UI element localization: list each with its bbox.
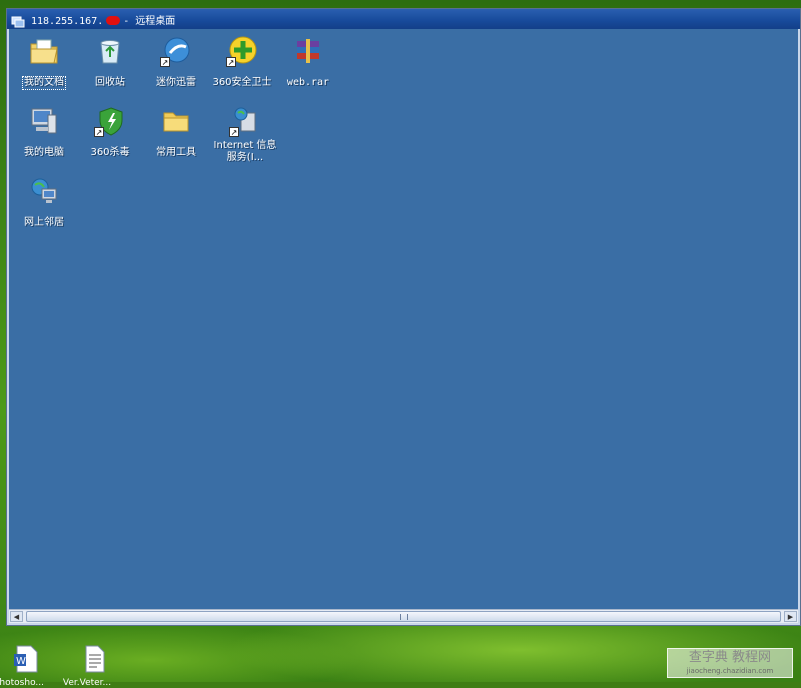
mini-thunder-icon: ↗ xyxy=(160,35,192,67)
watermark-main: 查字典 教程网 xyxy=(688,650,772,665)
window-title: 118.255.167. - 远程桌面 xyxy=(31,12,175,27)
shortcut-arrow-icon: ↗ xyxy=(94,127,104,137)
desktop-icon-web-rar[interactable]: web.rar xyxy=(275,35,341,89)
360-antivirus-icon: ↗ xyxy=(94,105,126,137)
remote-desktop-connection-icon xyxy=(11,13,25,28)
word-document-icon: W xyxy=(14,645,38,673)
window-title-ip: 118.255.167. xyxy=(31,15,104,27)
shortcut-arrow-icon: ↗ xyxy=(229,127,239,137)
watermark-url: jiaocheng.chazidian.com xyxy=(686,667,774,675)
redaction-mark xyxy=(106,16,121,25)
desktop-icon-iis[interactable]: ↗ Internet 信息服务(I... xyxy=(209,105,281,164)
desktop-icon-network-places[interactable]: 网上邻居 xyxy=(11,175,77,229)
scroll-left-arrow-icon[interactable]: ◀ xyxy=(10,611,23,622)
desktop-icon-label: 我的电脑 xyxy=(24,147,64,158)
my-documents-icon xyxy=(28,35,60,67)
shortcut-arrow-icon: ↗ xyxy=(226,57,236,67)
desktop-icon-label: 360杀毒 xyxy=(90,147,130,158)
desktop-icon-360-antivirus[interactable]: ↗ 360杀毒 xyxy=(77,105,143,159)
iis-icon: ↗ xyxy=(229,105,261,137)
scroll-right-arrow-icon[interactable]: ▶ xyxy=(784,611,797,622)
winrar-archive-icon xyxy=(292,35,324,67)
horizontal-scrollbar[interactable]: ◀ ▶ xyxy=(9,609,798,623)
desktop-icon-label: web.rar xyxy=(286,77,330,88)
my-computer-icon xyxy=(28,105,60,137)
remote-desktop-titlebar[interactable]: 118.255.167. - 远程桌面 xyxy=(7,9,800,29)
desktop-icon-label: 我的文档 xyxy=(22,76,66,90)
360-safe-icon: ↗ xyxy=(226,35,258,67)
local-icon-label: Photosho... xyxy=(0,678,44,688)
desktop-icon-mini-thunder[interactable]: ↗ 迷你迅雷 xyxy=(143,35,209,89)
network-places-icon xyxy=(28,175,60,207)
desktop-icon-recycle-bin[interactable]: 回收站 xyxy=(77,35,143,89)
site-watermark: 查字典 教程网 jiaocheng.chazidian.com xyxy=(667,648,793,678)
desktop-icon-my-computer[interactable]: 我的电脑 xyxy=(11,105,77,159)
desktop-icon-label: 常用工具 xyxy=(156,147,196,158)
remote-desktop-window: 118.255.167. - 远程桌面 我的文档 回收站 ↗ 迷你迅雷 ↗ 36… xyxy=(6,8,801,626)
desktop-icon-label: 迷你迅雷 xyxy=(156,77,196,88)
local-icon-label: Ver.Veter... xyxy=(62,678,112,688)
scrollbar-grip-icon xyxy=(399,614,408,620)
folder-icon xyxy=(160,105,192,137)
local-desktop-icon-photoshop-doc[interactable]: W Photosho... xyxy=(0,644,46,688)
desktop-icon-label: 360安全卫士 xyxy=(212,77,272,88)
text-document-icon xyxy=(85,645,105,673)
desktop-icon-label: 网上邻居 xyxy=(24,217,64,228)
desktop-icon-360-safe[interactable]: ↗ 360安全卫士 xyxy=(209,35,275,89)
local-desktop-icon-text-doc[interactable]: Ver.Veter... xyxy=(63,644,114,688)
remote-desktop-area: 我的文档 回收站 ↗ 迷你迅雷 ↗ 360安全卫士 web.rar 我的电脑 ↗… xyxy=(9,29,798,613)
desktop-icon-common-tools[interactable]: 常用工具 xyxy=(143,105,209,159)
desktop-icon-label: 回收站 xyxy=(95,77,125,88)
scrollbar-thumb[interactable] xyxy=(26,611,781,622)
desktop-icon-my-documents[interactable]: 我的文档 xyxy=(11,35,77,90)
shortcut-arrow-icon: ↗ xyxy=(160,57,170,67)
recycle-bin-icon xyxy=(94,35,126,67)
svg-text:W: W xyxy=(16,656,26,667)
desktop-icon-label: Internet 信息服务(I... xyxy=(213,140,277,163)
window-title-app: - 远程桌面 xyxy=(123,15,176,27)
